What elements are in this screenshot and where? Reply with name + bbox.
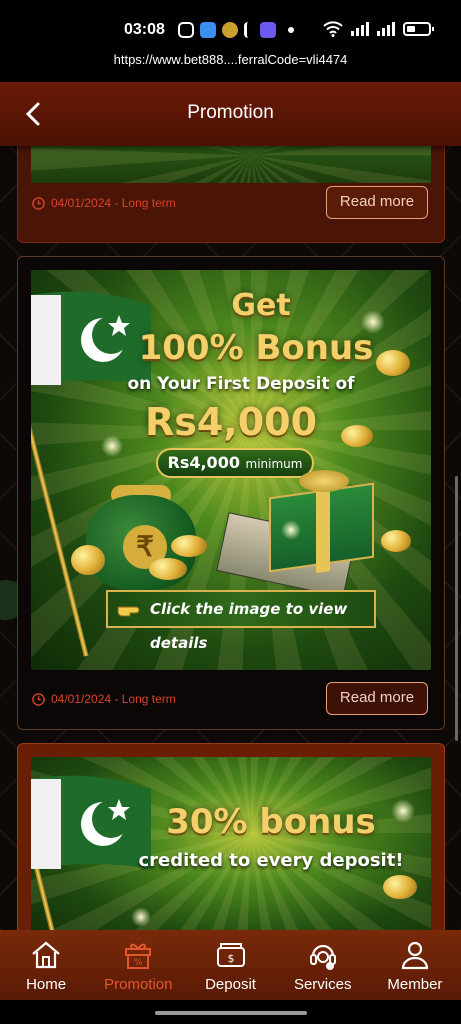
- dot-icon: [288, 27, 294, 33]
- instagram-icon: [178, 22, 194, 38]
- app-icon: [200, 22, 216, 38]
- gold-coin: [341, 425, 373, 447]
- headset-icon: [309, 944, 336, 970]
- app-icon: [222, 22, 238, 38]
- app-icon: [260, 22, 276, 38]
- bottom-navigation: Home % Promotion $ Deposit Services Memb…: [0, 930, 461, 1000]
- clock-icon: [32, 196, 45, 210]
- promo-headline-bonus: 100% Bonus: [138, 328, 374, 368]
- promotion-banner[interactable]: Get 100% Bonus on Your First Deposit of …: [31, 270, 431, 670]
- promotion-list[interactable]: 04/01/2024 - Long term Read more Get 100…: [0, 146, 461, 930]
- promotion-card[interactable]: 04/01/2024 - Long term Read more: [17, 146, 445, 243]
- sparkle: [101, 435, 123, 457]
- promo-subtitle: on Your First Deposit of: [127, 374, 355, 394]
- nav-services-label: Services: [293, 976, 352, 993]
- pointing-hand-icon: [117, 606, 140, 617]
- home-icon: [32, 941, 60, 969]
- nav-home[interactable]: Home: [0, 930, 92, 1000]
- status-time: 03:08: [124, 21, 165, 38]
- promotion-date: 04/01/2024 - Long term: [32, 692, 176, 706]
- sparkle: [361, 310, 385, 334]
- user-icon: [401, 941, 429, 970]
- gold-coin: [71, 545, 105, 575]
- svg-text:%: %: [134, 958, 143, 968]
- status-app-icons: [178, 22, 294, 38]
- promotion-date-text: 04/01/2024 - Long term: [51, 196, 176, 210]
- gold-coin: [383, 875, 417, 899]
- scrollbar[interactable]: [455, 476, 458, 741]
- promotion-date-text: 04/01/2024 - Long term: [51, 692, 176, 706]
- page-title: Promotion: [187, 102, 274, 123]
- sparkle: [281, 520, 301, 540]
- promotion-card[interactable]: 30% bonus credited to every deposit!: [17, 743, 445, 930]
- pill-label: minimum: [245, 457, 303, 471]
- promotion-card[interactable]: Get 100% Bonus on Your First Deposit of …: [17, 256, 445, 730]
- gold-coin: [171, 535, 207, 557]
- url-bar[interactable]: https://www.bet888....ferralCode=vli4474: [0, 48, 461, 82]
- read-more-button[interactable]: Read more: [326, 186, 428, 219]
- app-icon: [244, 22, 254, 38]
- clock-icon: [32, 692, 45, 706]
- read-more-button[interactable]: Read more: [326, 682, 428, 715]
- gift-icon: %: [125, 943, 152, 969]
- promotion-banner[interactable]: 30% bonus credited to every deposit!: [31, 757, 431, 930]
- gold-coin: [376, 350, 410, 376]
- nav-promotion[interactable]: % Promotion: [92, 930, 184, 1000]
- system-home-bar: [0, 1000, 461, 1024]
- battery-icon: [403, 22, 434, 36]
- page-header: Promotion: [0, 82, 461, 146]
- sparkle: [391, 799, 415, 823]
- nav-member-label: Member: [387, 976, 443, 993]
- signal-icon: [377, 22, 395, 36]
- nav-member[interactable]: Member: [369, 930, 461, 1000]
- promo-subtitle: credited to every deposit!: [138, 850, 404, 871]
- minimum-amount-pill: Rs4,000 minimum: [156, 448, 314, 478]
- promotion-date: 04/01/2024 - Long term: [32, 196, 176, 210]
- nav-deposit-label: Deposit: [205, 976, 256, 993]
- gold-coin: [381, 530, 411, 552]
- status-bar: 03:08: [0, 0, 461, 48]
- promo-headline: 30% bonus: [166, 802, 376, 842]
- nav-deposit[interactable]: $ Deposit: [184, 930, 276, 1000]
- nav-promotion-label: Promotion: [104, 976, 173, 993]
- gold-coin: [149, 558, 187, 580]
- svg-text:$: $: [227, 952, 234, 965]
- nav-services[interactable]: Services: [277, 930, 369, 1000]
- nav-home-label: Home: [26, 976, 67, 993]
- gift-bow: [299, 470, 349, 492]
- wallet-icon: $: [216, 943, 245, 967]
- gift-ribbon: [316, 481, 330, 573]
- signal-icon: [351, 22, 369, 36]
- pill-amount: Rs4,000: [167, 453, 240, 472]
- sparkle: [131, 907, 151, 927]
- wifi-icon: [323, 21, 343, 37]
- view-details-ribbon[interactable]: Click the image to view details: [106, 590, 376, 652]
- home-indicator[interactable]: [155, 1011, 307, 1015]
- promotion-banner[interactable]: [31, 146, 431, 183]
